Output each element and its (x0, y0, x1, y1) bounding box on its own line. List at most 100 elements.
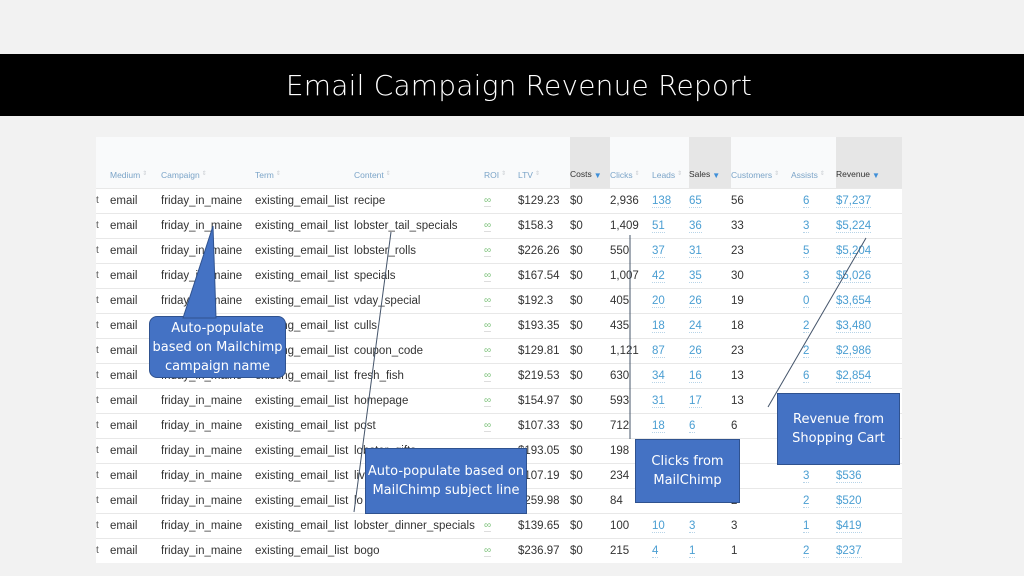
cell-sales[interactable]: 6 (689, 412, 731, 438)
cell-leads[interactable]: 37 (652, 237, 689, 263)
cell-sales[interactable]: 24 (689, 312, 731, 338)
cell-assists[interactable]: 5 (791, 237, 836, 263)
cell-leads-value[interactable]: 37 (652, 244, 665, 258)
cell-assists-value[interactable]: 3 (803, 219, 810, 233)
cell-revenue[interactable]: $7,237 (836, 187, 902, 213)
cell-revenue[interactable]: $3,480 (836, 312, 902, 338)
sort-icon[interactable]: ⇕ (142, 171, 147, 177)
cell-leads[interactable]: 10 (652, 512, 689, 538)
cell-assists-value[interactable]: 2 (803, 344, 810, 358)
cell-leads[interactable]: 42 (652, 262, 689, 288)
column-header-costs[interactable]: Costs ▼ (570, 137, 610, 188)
cell-sales-value[interactable]: 35 (689, 269, 702, 283)
cell-sales[interactable]: 36 (689, 212, 731, 238)
cell-assists[interactable]: 1 (791, 512, 836, 538)
cell-revenue-value[interactable]: $7,237 (836, 194, 872, 208)
cell-revenue-value[interactable]: $5,204 (836, 244, 872, 258)
cell-sales[interactable]: 16 (689, 362, 731, 388)
cell-revenue[interactable]: $5,204 (836, 237, 902, 263)
column-header-revenue[interactable]: Revenue ▼ (836, 137, 902, 188)
cell-leads[interactable]: 18 (652, 312, 689, 338)
cell-assists[interactable]: 2 (791, 312, 836, 338)
cell-assists[interactable]: 6 (791, 362, 836, 388)
cell-leads[interactable]: 87 (652, 337, 689, 363)
cell-leads-value[interactable]: 10 (652, 519, 665, 533)
sort-icon[interactable]: ⇕ (820, 171, 825, 177)
cell-leads-value[interactable]: 18 (652, 419, 665, 433)
column-header-medium[interactable]: Medium ⇕ (110, 137, 161, 188)
cell-sales[interactable]: 3 (689, 512, 731, 538)
cell-leads-value[interactable]: 87 (652, 344, 665, 358)
cell-revenue-value[interactable]: $5,224 (836, 219, 872, 233)
cell-assists-value[interactable]: 5 (803, 244, 810, 258)
cell-assists[interactable]: 0 (791, 287, 836, 313)
sort-icon[interactable]: ⇕ (202, 171, 207, 177)
cell-leads[interactable]: 31 (652, 387, 689, 413)
cell-assists-value[interactable]: 0 (803, 294, 810, 308)
cell-sales[interactable]: 35 (689, 262, 731, 288)
cell-sales[interactable]: 31 (689, 237, 731, 263)
cell-leads[interactable]: 51 (652, 212, 689, 238)
cell-sales-value[interactable]: 65 (689, 194, 702, 208)
column-header-customers[interactable]: Customers ⇕ (731, 137, 791, 188)
cell-sales-value[interactable]: 31 (689, 244, 702, 258)
cell-revenue[interactable]: $2,854 (836, 362, 902, 388)
column-header-campaign[interactable]: Campaign ⇕ (161, 137, 255, 188)
cell-leads[interactable]: 18 (652, 412, 689, 438)
cell-assists[interactable]: 3 (791, 262, 836, 288)
cell-leads-value[interactable]: 42 (652, 269, 665, 283)
column-header-content[interactable]: Content ⇕ (354, 137, 484, 188)
cell-assists-value[interactable]: 2 (803, 494, 810, 508)
cell-assists[interactable]: 3 (791, 462, 836, 488)
cell-revenue[interactable]: $5,026 (836, 262, 902, 288)
cell-revenue-value[interactable]: $520 (836, 494, 862, 508)
cell-revenue-value[interactable]: $2,854 (836, 369, 872, 383)
cell-revenue[interactable]: $5,224 (836, 212, 902, 238)
cell-sales-value[interactable]: 26 (689, 294, 702, 308)
cell-assists-value[interactable]: 2 (803, 319, 810, 333)
cell-assists[interactable]: 3 (791, 212, 836, 238)
cell-revenue[interactable]: $536 (836, 462, 902, 488)
cell-sales-value[interactable]: 26 (689, 344, 702, 358)
cell-assists-value[interactable]: 6 (803, 194, 810, 208)
cell-leads[interactable]: 20 (652, 287, 689, 313)
sort-icon[interactable]: ⇕ (276, 171, 281, 177)
cell-revenue[interactable]: $3,654 (836, 287, 902, 313)
cell-leads[interactable]: 4 (652, 537, 689, 563)
cell-leads-value[interactable]: 34 (652, 369, 665, 383)
sort-icon[interactable]: ⇕ (774, 171, 779, 177)
cell-leads-value[interactable]: 138 (652, 194, 672, 208)
column-header-clicks[interactable]: Clicks ⇕ (610, 137, 652, 188)
column-header-roi[interactable]: ROI ⇕ (484, 137, 518, 188)
sort-desc-icon[interactable]: ▼ (712, 171, 720, 180)
cell-sales[interactable]: 1 (689, 537, 731, 563)
cell-leads-value[interactable]: 31 (652, 394, 665, 408)
cell-sales-value[interactable]: 17 (689, 394, 702, 408)
cell-sales[interactable]: 17 (689, 387, 731, 413)
cell-sales-value[interactable]: 6 (689, 419, 696, 433)
cell-assists-value[interactable]: 6 (803, 369, 810, 383)
column-header-sales[interactable]: Sales ▼ (689, 137, 731, 188)
sort-icon[interactable]: ⇕ (677, 171, 682, 177)
cell-revenue-value[interactable]: $3,654 (836, 294, 872, 308)
sort-desc-icon[interactable]: ▼ (594, 171, 602, 180)
cell-revenue[interactable]: $2,986 (836, 337, 902, 363)
sort-desc-icon[interactable]: ▼ (872, 171, 880, 180)
cell-assists[interactable]: 2 (791, 487, 836, 513)
cell-assists[interactable]: 2 (791, 537, 836, 563)
column-header-term[interactable]: Term ⇕ (255, 137, 354, 188)
sort-icon[interactable]: ⇕ (635, 171, 640, 177)
cell-revenue-value[interactable]: $237 (836, 544, 862, 558)
cell-assists-value[interactable]: 2 (803, 544, 810, 558)
cell-assists-value[interactable]: 3 (803, 469, 810, 483)
cell-sales-value[interactable]: 36 (689, 219, 702, 233)
cell-revenue-value[interactable]: $2,986 (836, 344, 872, 358)
cell-assists-value[interactable]: 3 (803, 269, 810, 283)
cell-sales-value[interactable]: 16 (689, 369, 702, 383)
cell-assists[interactable]: 6 (791, 187, 836, 213)
cell-leads-value[interactable]: 18 (652, 319, 665, 333)
cell-revenue[interactable]: $520 (836, 487, 902, 513)
cell-sales-value[interactable]: 3 (689, 519, 696, 533)
sort-icon[interactable]: ⇕ (501, 171, 506, 177)
cell-leads-value[interactable]: 4 (652, 544, 659, 558)
